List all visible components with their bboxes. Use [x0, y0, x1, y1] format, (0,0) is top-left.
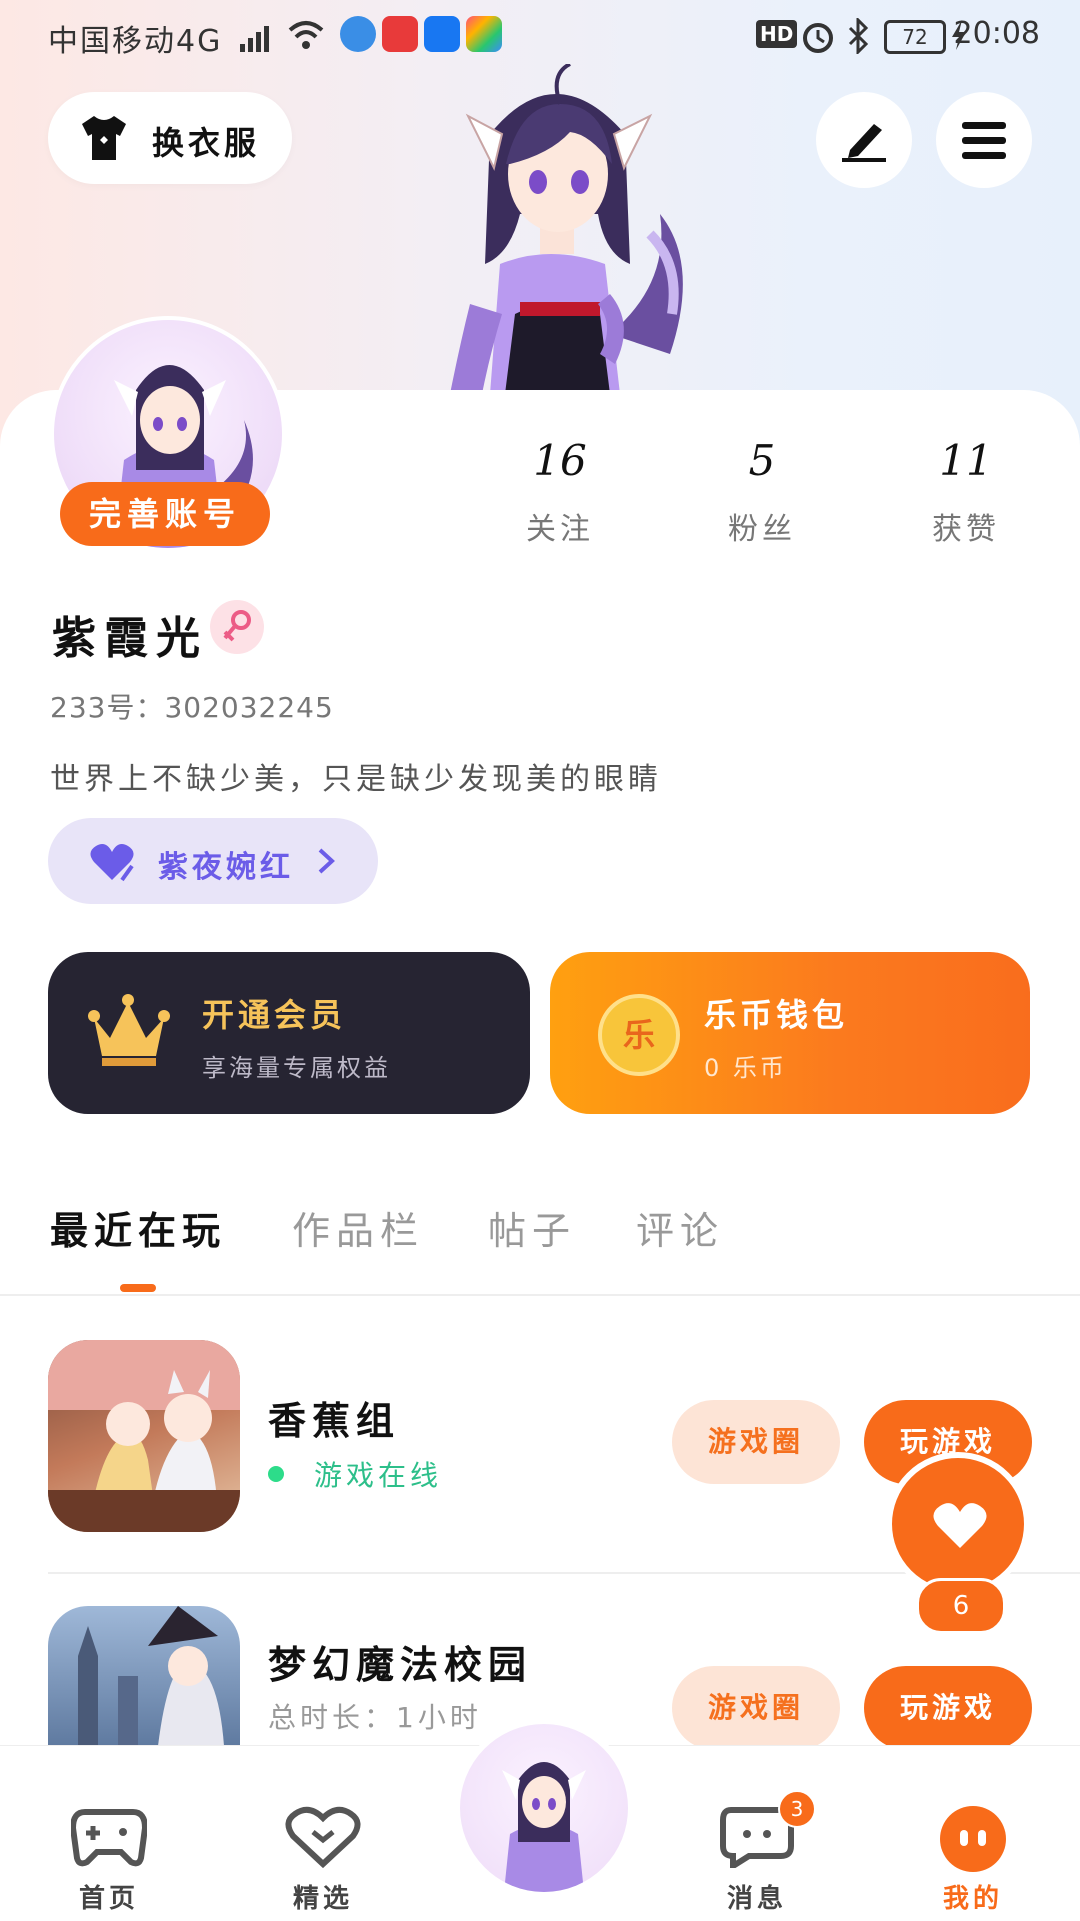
change-outfit-label: 换衣服	[152, 124, 261, 162]
nav-home-label: 首页	[78, 1884, 139, 1914]
tab-comments[interactable]: 评论	[636, 1200, 724, 1255]
nav-home[interactable]: 首页	[34, 1806, 184, 1915]
browser-app-icon	[340, 16, 376, 52]
battery-level: 72	[902, 25, 928, 49]
badge-label: 紫夜婉红	[158, 850, 294, 885]
nav-mine-label: 我的	[942, 1884, 1003, 1914]
complete-account-label: 完善账号	[88, 495, 241, 533]
nav-featured-label: 精选	[292, 1884, 353, 1914]
signal-icon	[240, 24, 276, 52]
crown-icon	[88, 994, 170, 1074]
game-thumbnail[interactable]	[48, 1340, 240, 1532]
game-status: 游戏在线	[314, 1459, 443, 1492]
vip-title: 开通会员	[202, 996, 347, 1034]
tab-recent-played[interactable]: 最近在玩	[50, 1200, 226, 1255]
pen-icon	[840, 118, 888, 166]
clock: 20:08	[953, 16, 1040, 51]
gender-badge	[210, 600, 264, 654]
stat-value: 16	[533, 436, 587, 485]
heart-bubble-icon	[285, 1806, 361, 1872]
nav-messages[interactable]: 消息 3	[682, 1790, 832, 1915]
bluetooth-icon	[846, 16, 870, 58]
vip-card[interactable]: 开通会员 享海量专属权益	[48, 952, 530, 1114]
mine-face-icon	[940, 1806, 1006, 1872]
tshirt-icon	[78, 114, 130, 166]
change-outfit-button[interactable]: 换衣服	[48, 92, 292, 184]
tab-divider	[0, 1294, 1080, 1296]
complete-account-button[interactable]: 完善账号	[60, 482, 270, 546]
play-game-button[interactable]: 玩游戏	[864, 1666, 1032, 1750]
stat-value: 5	[748, 436, 776, 485]
vip-subtitle: 享海量专属权益	[202, 1054, 391, 1082]
stat-label: 粉丝	[728, 512, 796, 547]
battery-icon: 72	[884, 20, 946, 54]
heart-icon	[932, 1500, 988, 1554]
game-thumbnail[interactable]	[48, 1606, 240, 1746]
chat-icon	[719, 1807, 795, 1872]
username: 紫霞光	[52, 613, 208, 664]
female-icon	[221, 608, 253, 650]
nav-mine[interactable]: 我的	[898, 1806, 1048, 1915]
chevron-right-icon	[316, 846, 336, 880]
game-title: 香蕉组	[268, 1399, 401, 1443]
brush-app-icon	[466, 16, 502, 52]
edit-profile-button[interactable]	[816, 92, 912, 188]
bottom-navigation: 首页 精选 消息 3 我的	[0, 1718, 1080, 1921]
message-badge: 3	[778, 1790, 816, 1828]
menu-button[interactable]	[936, 92, 1032, 188]
online-dot	[268, 1466, 284, 1482]
coin-wallet-card[interactable]: 乐 乐币钱包 0 乐币	[550, 952, 1030, 1114]
hd-icon: HD	[756, 20, 798, 48]
alarm-icon	[800, 18, 836, 58]
wifi-icon	[288, 18, 324, 56]
coin-icon: 乐	[598, 994, 680, 1076]
nav-featured[interactable]: 精选	[248, 1806, 398, 1915]
tab-posts[interactable]: 帖子	[488, 1200, 576, 1255]
fan-badge-chip[interactable]: 紫夜婉红	[48, 818, 378, 904]
tab-works[interactable]: 作品栏	[292, 1200, 424, 1255]
coin-title: 乐币钱包	[704, 996, 849, 1034]
game-circle-label: 游戏圈	[707, 1425, 804, 1458]
nav-center-avatar[interactable]	[454, 1718, 634, 1898]
avatar-character-image[interactable]	[410, 62, 700, 394]
stat-label: 关注	[526, 512, 594, 547]
coin-glyph: 乐	[622, 1016, 655, 1054]
nav-messages-label: 消息	[726, 1884, 787, 1914]
coin-balance: 0 乐币	[704, 1054, 787, 1082]
gamepad-icon	[69, 1809, 149, 1872]
game-circle-label: 游戏圈	[707, 1691, 804, 1724]
like-count: 6	[952, 1591, 970, 1621]
menu-icon	[962, 120, 1006, 164]
play-game-label: 玩游戏	[899, 1691, 996, 1724]
bulb-app-icon	[424, 16, 460, 52]
user-bio: 世界上不缺少美，只是缺少发现美的眼睛	[50, 762, 662, 797]
huawei-app-icon	[382, 16, 418, 52]
active-tab-indicator	[120, 1284, 156, 1292]
status-bar: 中国移动4G HD 72 20:08	[0, 0, 1080, 72]
stat-value: 11	[939, 436, 993, 485]
game-circle-button[interactable]: 游戏圈	[672, 1400, 840, 1484]
user-id: 233号：302032245	[50, 691, 334, 724]
game-playtime: 总时长：1小时	[268, 1701, 482, 1734]
like-count-badge: 6	[916, 1578, 1006, 1634]
floating-like-button[interactable]	[886, 1452, 1030, 1596]
heart-badge-icon	[88, 842, 138, 886]
game-circle-button[interactable]: 游戏圈	[672, 1666, 840, 1750]
carrier-label: 中国移动4G	[48, 24, 223, 59]
game-title: 梦幻魔法校园	[268, 1643, 533, 1687]
stat-label: 获赞	[932, 512, 1000, 547]
